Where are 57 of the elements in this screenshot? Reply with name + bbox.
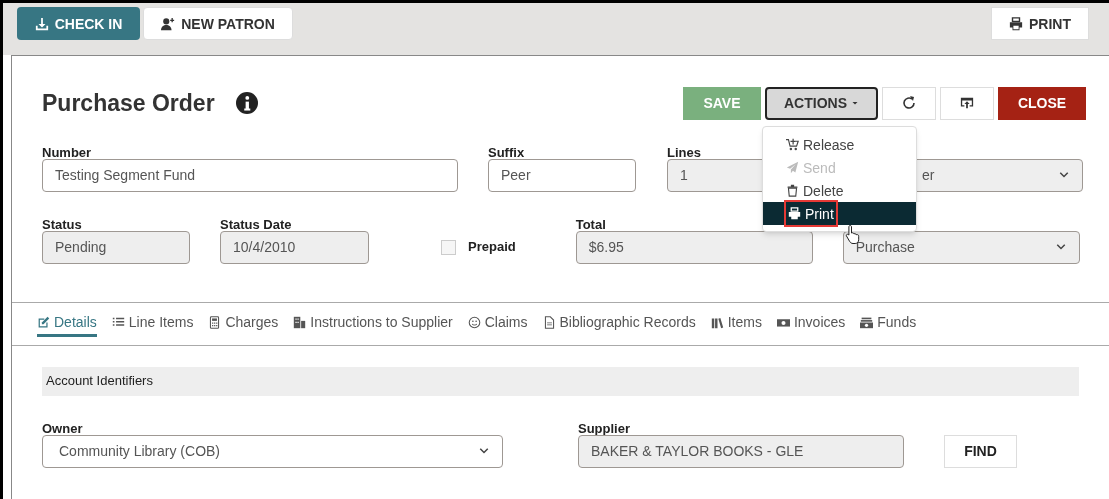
input-field: 10/4/2010 xyxy=(220,230,369,264)
tab[interactable]: Instructions to Supplier xyxy=(293,310,453,337)
tab[interactable]: Details xyxy=(37,310,97,337)
export-button[interactable] xyxy=(940,86,994,120)
tab[interactable]: Invoices xyxy=(776,310,846,337)
tab[interactable]: Charges xyxy=(208,310,279,337)
checkbox-label: Prepaid xyxy=(468,238,516,257)
field-label: Number xyxy=(42,143,92,159)
trash-icon xyxy=(786,184,799,197)
field-label: Status xyxy=(42,215,83,231)
books-icon xyxy=(710,315,724,329)
refresh-icon xyxy=(901,95,917,112)
menu-item[interactable]: Print xyxy=(763,202,916,225)
find-button[interactable]: FIND xyxy=(944,434,1017,468)
building-icon xyxy=(293,315,307,329)
calculator-icon xyxy=(208,315,222,329)
tab[interactable]: Bibliographic Records xyxy=(542,310,696,337)
check-in-button[interactable]: CHECK IN xyxy=(17,7,140,40)
close-button[interactable]: CLOSE xyxy=(998,86,1086,120)
field-label: Owner xyxy=(42,419,84,435)
edit-icon xyxy=(37,315,50,329)
print-button[interactable]: PRINT xyxy=(991,7,1089,40)
document-icon xyxy=(542,315,556,329)
page-title: Purchase Order xyxy=(42,89,215,118)
field-label: Status Date xyxy=(220,215,293,231)
input-field[interactable]: Peer xyxy=(488,158,636,192)
upload-icon xyxy=(960,96,974,111)
cart-icon xyxy=(786,138,799,151)
download-icon xyxy=(34,16,49,31)
smiley-icon xyxy=(467,315,481,329)
info-icon xyxy=(235,92,258,115)
tab[interactable]: Items xyxy=(710,310,762,337)
refresh-button[interactable] xyxy=(882,86,936,120)
field-label: Supplier xyxy=(578,419,631,435)
input-field: BAKER & TAYLOR BOOKS - GLE xyxy=(578,434,904,468)
select-field[interactable]: Community Library (COB) xyxy=(42,434,503,468)
list-icon xyxy=(111,315,125,329)
input-field[interactable]: Testing Segment Fund xyxy=(42,158,458,192)
new-patron-button[interactable]: NEW PATRON xyxy=(143,7,293,40)
section-header: Account Identifiers xyxy=(42,366,1079,396)
field-label: Total xyxy=(575,215,607,231)
menu-item[interactable]: Release xyxy=(763,133,916,156)
tab[interactable]: Line Items xyxy=(111,310,194,337)
field-label: Suffix xyxy=(488,143,525,159)
paper-plane-icon xyxy=(786,161,799,174)
tab[interactable]: Funds xyxy=(860,310,917,337)
field-label: Lines xyxy=(667,143,701,159)
printer-icon xyxy=(1009,16,1023,31)
actions-button[interactable]: ACTIONS xyxy=(765,86,878,120)
input-field: $6.95 xyxy=(575,230,813,264)
add-user-icon xyxy=(161,16,176,31)
input-field: Pending xyxy=(42,230,190,264)
cash-stack-icon xyxy=(860,315,874,329)
tab[interactable]: Claims xyxy=(467,310,528,337)
checkbox[interactable] xyxy=(441,239,456,255)
printer-icon xyxy=(788,207,801,220)
select-field[interactable]: Purchase xyxy=(842,230,1080,264)
